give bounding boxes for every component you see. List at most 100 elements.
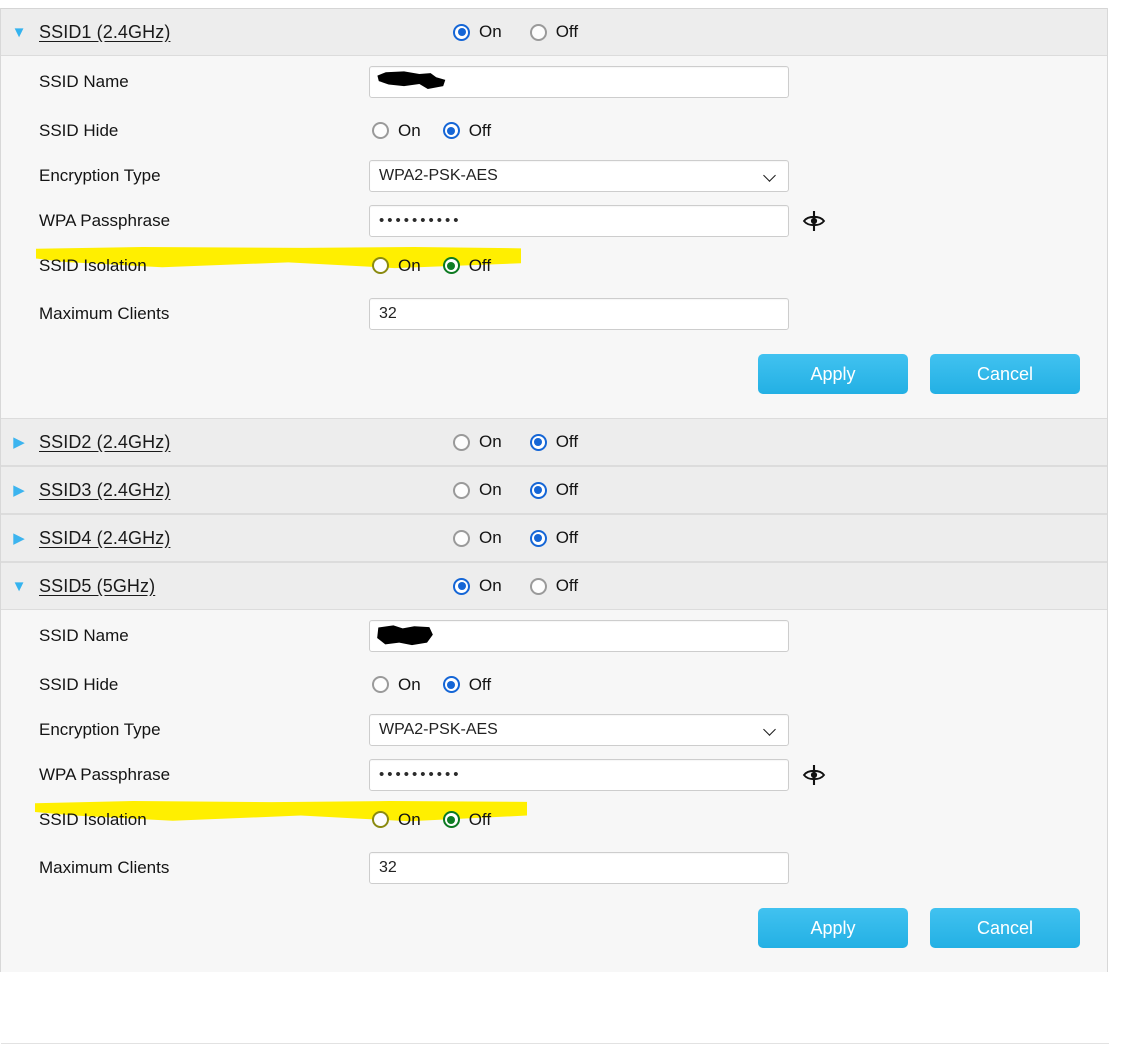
radio-ssid5-off[interactable]: Off [529,576,578,596]
radio-ssid-hide-off[interactable]: Off [442,675,491,695]
section-header-ssid1[interactable]: ▼ SSID1 (2.4GHz) On Off [1,8,1107,56]
wpa-passphrase-input[interactable]: •••••••••• [369,758,789,791]
radio-group-ssid-isolation-5[interactable]: On Off [372,810,491,830]
radio-ssid-isolation-on[interactable]: On [372,256,421,276]
control-encryption-type[interactable]: WPA2-PSK-AES [369,713,789,746]
expand-triangle-right-icon[interactable]: ▶ [9,483,29,498]
radio-ssid-isolation-off[interactable]: Off [442,809,492,830]
expand-triangle-down-icon[interactable]: ▼ [9,25,29,40]
radio-group-ssid-hide-5[interactable]: On Off [372,675,491,695]
section-title-ssid4[interactable]: SSID4 (2.4GHz) [39,528,170,549]
apply-button[interactable]: Apply [758,354,908,394]
radio-ssid-hide-off[interactable]: Off [442,121,491,141]
eye-slash-icon[interactable] [801,208,827,234]
field-row-maximum-clients: Maximum Clients 32 [1,842,1107,894]
section-enable-radio-group-ssid4[interactable]: On Off [453,515,578,561]
section-title-ssid2[interactable]: SSID2 (2.4GHz) [39,432,170,453]
section-enable-radio-group-ssid2[interactable]: On Off [453,419,578,465]
radio-ssid2-on[interactable]: On [453,432,502,452]
label-ssid-name: SSID Name [39,626,129,645]
field-row-ssid-hide: SSID Hide On Off [1,662,1107,707]
chevron-down-icon [764,169,777,182]
label-ssid-name: SSID Name [39,72,129,91]
radio-dot-icon [442,257,460,274]
control-maximum-clients[interactable]: 32 [369,852,789,884]
section-header-ssid4[interactable]: ▶ SSID4 (2.4GHz) On Off [1,514,1107,562]
apply-button[interactable]: Apply [758,908,908,948]
passphrase-masked-value: •••••••••• [379,212,462,229]
maximum-clients-value: 32 [379,305,397,322]
section-header-ssid3[interactable]: ▶ SSID3 (2.4GHz) On Off [1,466,1107,514]
cancel-button[interactable]: Cancel [930,354,1080,394]
field-row-ssid-hide: SSID Hide On Off [1,108,1107,153]
radio-ssid2-off[interactable]: Off [529,432,578,452]
maximum-clients-input[interactable]: 32 [369,298,789,330]
radio-ssid-isolation-on[interactable]: On [372,810,421,830]
radio-ssid5-on[interactable]: On [453,576,502,596]
section-enable-radio-group-ssid5[interactable]: On Off [453,563,578,609]
expand-triangle-down-icon[interactable]: ▼ [9,579,29,594]
section-enable-radio-group-ssid1[interactable]: On Off [453,9,578,55]
radio-dot-icon [372,122,389,139]
section-title-ssid1[interactable]: SSID1 (2.4GHz) [39,22,170,43]
section-title-ssid3[interactable]: SSID3 (2.4GHz) [39,480,170,501]
ssid-name-input[interactable] [369,66,789,98]
field-row-wpa-passphrase: WPA Passphrase •••••••••• [1,752,1107,797]
radio-ssid-hide-on[interactable]: On [372,121,421,141]
radio-dot-icon [442,676,460,693]
radio-group-ssid-hide-1[interactable]: On Off [372,121,491,141]
radio-dot-icon [453,481,470,499]
label-ssid-isolation: SSID Isolation [39,255,147,275]
label-wpa-passphrase: WPA Passphrase [39,210,171,230]
expand-triangle-right-icon[interactable]: ▶ [9,435,29,450]
radio-ssid-isolation-off[interactable]: Off [442,256,491,276]
radio-label-on: On [398,255,421,275]
radio-group-ssid-isolation-1[interactable]: On Off [372,256,491,276]
section-title-ssid5[interactable]: SSID5 (5GHz) [39,576,155,597]
radio-ssid-hide-on[interactable]: On [372,675,421,695]
radio-dot-icon [442,122,460,139]
cancel-button[interactable]: Cancel [930,908,1080,948]
eye-slash-icon[interactable] [801,762,827,788]
control-ssid-name[interactable] [369,620,789,652]
label-encryption-type: Encryption Type [39,165,161,185]
field-row-ssid-isolation: SSID Isolation On Off [1,243,1107,288]
ssid-name-input[interactable] [369,620,789,652]
radio-dot-icon [529,481,547,499]
wpa-passphrase-input[interactable]: •••••••••• [369,204,789,237]
radio-dot-icon [442,811,460,828]
radio-dot-icon [372,676,389,693]
radio-label-off: Off [555,480,579,499]
redaction-block [377,71,446,90]
field-row-ssid-name: SSID Name [1,610,1107,662]
control-wpa-passphrase[interactable]: •••••••••• [369,204,827,237]
label-ssid-hide: SSID Hide [39,674,119,694]
encryption-type-value: WPA2-PSK-AES [379,166,498,184]
section-header-ssid2[interactable]: ▶ SSID2 (2.4GHz) On Off [1,418,1107,466]
field-row-encryption-type: Encryption Type WPA2-PSK-AES [1,707,1107,752]
radio-label-off: Off [468,809,492,829]
encryption-type-select[interactable]: WPA2-PSK-AES [369,159,789,192]
encryption-type-select[interactable]: WPA2-PSK-AES [369,713,789,746]
expand-triangle-right-icon[interactable]: ▶ [9,531,29,546]
control-wpa-passphrase[interactable]: •••••••••• [369,758,827,791]
action-row-ssid5: Apply Cancel [1,894,1107,972]
control-maximum-clients[interactable]: 32 [369,298,789,330]
radio-ssid3-on[interactable]: On [453,480,502,500]
radio-ssid4-off[interactable]: Off [529,528,578,548]
radio-dot-icon [372,811,389,828]
radio-ssid1-on[interactable]: On [453,22,502,42]
radio-ssid4-on[interactable]: On [453,528,502,548]
section-enable-radio-group-ssid3[interactable]: On Off [453,467,578,513]
field-row-encryption-type: Encryption Type WPA2-PSK-AES [1,153,1107,198]
radio-ssid1-off[interactable]: Off [529,22,578,42]
section-body-ssid1: SSID Name SSID Hide On Off Encryption Ty… [1,56,1107,418]
control-encryption-type[interactable]: WPA2-PSK-AES [369,159,789,192]
control-ssid-name[interactable] [369,66,789,98]
radio-dot-icon [453,23,470,41]
passphrase-masked-value: •••••••••• [379,766,462,783]
radio-ssid3-off[interactable]: Off [529,480,579,500]
section-header-ssid5[interactable]: ▼ SSID5 (5GHz) On Off [1,562,1107,610]
maximum-clients-input[interactable]: 32 [369,852,789,884]
radio-label-on: On [479,480,502,499]
